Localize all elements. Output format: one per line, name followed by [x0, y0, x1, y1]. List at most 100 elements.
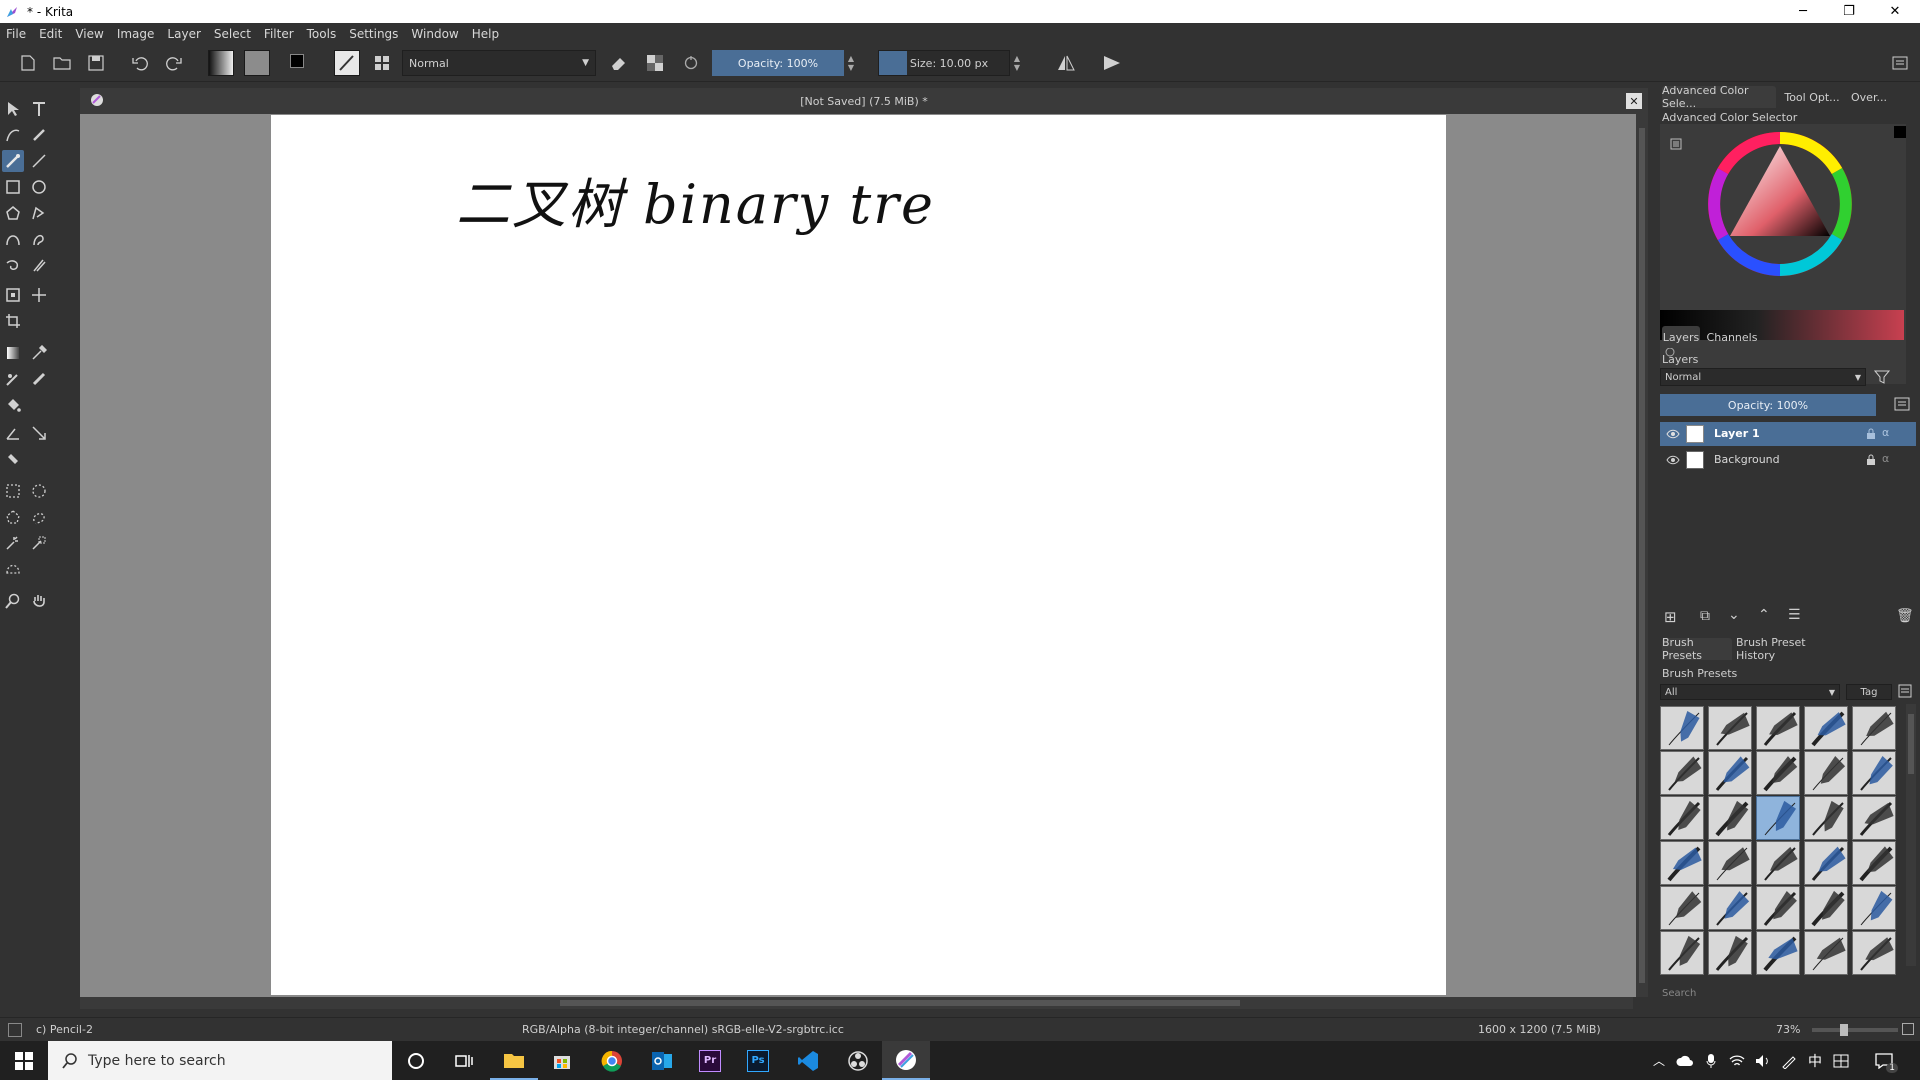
filter-icon[interactable]: [1873, 370, 1898, 386]
dynamic-brush-tool-icon[interactable]: [2, 254, 24, 276]
opacity-spin-icon[interactable]: ▲ ▼: [846, 50, 856, 76]
edit-shapes-tool-icon[interactable]: [2, 124, 24, 146]
mirror-horizontal-icon[interactable]: [1052, 50, 1080, 76]
undo-icon[interactable]: [128, 50, 152, 76]
multibrush-tool-icon[interactable]: [28, 254, 50, 276]
crop-tool-icon[interactable]: [2, 310, 24, 332]
move-layer-up-icon[interactable]: ⌃: [1758, 607, 1770, 623]
onedrive-icon[interactable]: [1672, 1041, 1698, 1080]
color-selector-settings-icon[interactable]: [1670, 138, 1682, 150]
menu-view[interactable]: View: [75, 27, 103, 41]
menu-file[interactable]: File: [6, 27, 26, 41]
workspace-grid-icon[interactable]: [370, 50, 394, 76]
brush-preset-thumbnail[interactable]: [1708, 841, 1752, 885]
gradient-tool-icon[interactable]: [2, 342, 24, 364]
minimize-button[interactable]: ─: [1780, 0, 1826, 23]
gradient-selector[interactable]: [208, 50, 234, 76]
freehand-brush-tool-icon[interactable]: [2, 150, 24, 172]
fg-bg-color-swatch[interactable]: [286, 50, 316, 76]
brush-tag-filter-dropdown[interactable]: All ▼: [1660, 684, 1840, 700]
docker-menu-icon[interactable]: [1888, 50, 1912, 76]
move-layer-down-icon[interactable]: ⌄: [1728, 607, 1740, 623]
file-explorer-icon[interactable]: [490, 1041, 538, 1080]
eye-icon[interactable]: [1666, 428, 1680, 440]
keyboard-layout-icon[interactable]: [1828, 1041, 1854, 1080]
menu-settings[interactable]: Settings: [349, 27, 398, 41]
eye-icon[interactable]: [1666, 454, 1680, 466]
notification-center-icon[interactable]: 1: [1864, 1041, 1904, 1080]
tab-overview[interactable]: Over...: [1846, 86, 1892, 108]
brush-preset-thumbnail[interactable]: [1804, 886, 1848, 930]
lock-icon[interactable]: [1866, 428, 1876, 440]
ellipse-select-tool-icon[interactable]: [28, 480, 50, 502]
transform-tool-icon[interactable]: [2, 284, 24, 306]
bezier-tool-icon[interactable]: [2, 228, 24, 250]
vertical-scrollbar[interactable]: [1636, 114, 1648, 997]
show-hidden-icons-chevron-icon[interactable]: ︿: [1646, 1041, 1672, 1080]
brush-preset-thumbnail[interactable]: [1708, 931, 1752, 975]
brush-preset-thumbnail[interactable]: [1852, 796, 1896, 840]
eraser-mode-icon[interactable]: [606, 50, 632, 76]
photoshop-icon[interactable]: Ps: [734, 1041, 782, 1080]
tab-channels[interactable]: Channels: [1706, 326, 1758, 348]
brush-preset-thumbnail[interactable]: [1804, 751, 1848, 795]
move-tool-icon[interactable]: [28, 284, 50, 306]
brush-preset-thumbnail[interactable]: [1804, 796, 1848, 840]
pattern-selector[interactable]: [244, 50, 270, 76]
brush-preset-thumbnail[interactable]: [1660, 751, 1704, 795]
brush-preset-thumbnail[interactable]: [1660, 841, 1704, 885]
menu-edit[interactable]: Edit: [39, 27, 62, 41]
menu-select[interactable]: Select: [214, 27, 251, 41]
bezier-select-tool-icon[interactable]: [2, 558, 24, 580]
delete-layer-icon[interactable]: 🗑: [1896, 608, 1914, 624]
brush-preset-thumbnail[interactable]: [1804, 931, 1848, 975]
menu-filter[interactable]: Filter: [264, 27, 294, 41]
brush-preset-button[interactable]: [334, 50, 360, 76]
taskbar-search-box[interactable]: Type here to search: [48, 1041, 392, 1080]
text-tool-icon[interactable]: [28, 98, 50, 120]
reference-images-tool-icon[interactable]: [2, 448, 24, 470]
reload-preset-icon[interactable]: [678, 50, 704, 76]
brush-preset-thumbnail[interactable]: [1708, 706, 1752, 750]
restore-button[interactable]: ❐: [1826, 0, 1872, 23]
ellipse-tool-icon[interactable]: [28, 176, 50, 198]
layer-row-background[interactable]: Background α: [1660, 448, 1916, 472]
calligraphy-tool-icon[interactable]: [28, 124, 50, 146]
brush-search-input[interactable]: Search: [1660, 988, 1910, 1004]
colorize-mask-tool-icon[interactable]: [2, 368, 24, 390]
fill-tool-icon[interactable]: [2, 394, 24, 416]
smart-patch-tool-icon[interactable]: [28, 368, 50, 390]
wifi-icon[interactable]: [1724, 1041, 1750, 1080]
mirror-vertical-icon[interactable]: [1098, 50, 1126, 76]
brush-size-slider[interactable]: Size: 10.00 px: [878, 50, 1010, 76]
brush-preset-thumbnail[interactable]: [1708, 796, 1752, 840]
color-picker-tool-icon[interactable]: [28, 342, 50, 364]
brush-preset-thumbnail[interactable]: [1756, 751, 1800, 795]
menu-tools[interactable]: Tools: [307, 27, 337, 41]
rect-select-tool-icon[interactable]: [2, 480, 24, 502]
duplicate-layer-icon[interactable]: ⧉: [1700, 608, 1710, 624]
tab-layers[interactable]: Layers: [1662, 326, 1700, 348]
zoom-slider[interactable]: [1812, 1024, 1898, 1036]
close-window-button[interactable]: ✕: [1872, 0, 1918, 23]
layer-properties-icon[interactable]: [1894, 396, 1914, 414]
brush-preset-thumbnail[interactable]: [1708, 751, 1752, 795]
tag-button[interactable]: Tag: [1846, 684, 1892, 700]
blend-mode-dropdown[interactable]: Normal ▼: [402, 50, 596, 76]
menu-image[interactable]: Image: [117, 27, 155, 41]
brush-view-options-icon[interactable]: [1898, 684, 1914, 700]
chrome-icon[interactable]: [588, 1041, 636, 1080]
tab-brush-preset-history[interactable]: Brush Preset History: [1736, 636, 1840, 662]
freehand-select-tool-icon[interactable]: [28, 506, 50, 528]
menu-layer[interactable]: Layer: [167, 27, 200, 41]
rectangle-tool-icon[interactable]: [2, 176, 24, 198]
brush-preset-thumbnail[interactable]: [1852, 706, 1896, 750]
microsoft-store-icon[interactable]: [538, 1041, 586, 1080]
document-tab[interactable]: [Not Saved] (7.5 MiB) * ✕: [80, 88, 1648, 114]
layer-row-layer1[interactable]: Layer 1 α: [1660, 422, 1916, 446]
contiguous-select-tool-icon[interactable]: [2, 532, 24, 554]
zoom-tool-icon[interactable]: [2, 590, 24, 612]
redo-icon[interactable]: [162, 50, 186, 76]
brush-preset-thumbnail[interactable]: [1804, 706, 1848, 750]
lock-icon[interactable]: [1866, 454, 1876, 466]
